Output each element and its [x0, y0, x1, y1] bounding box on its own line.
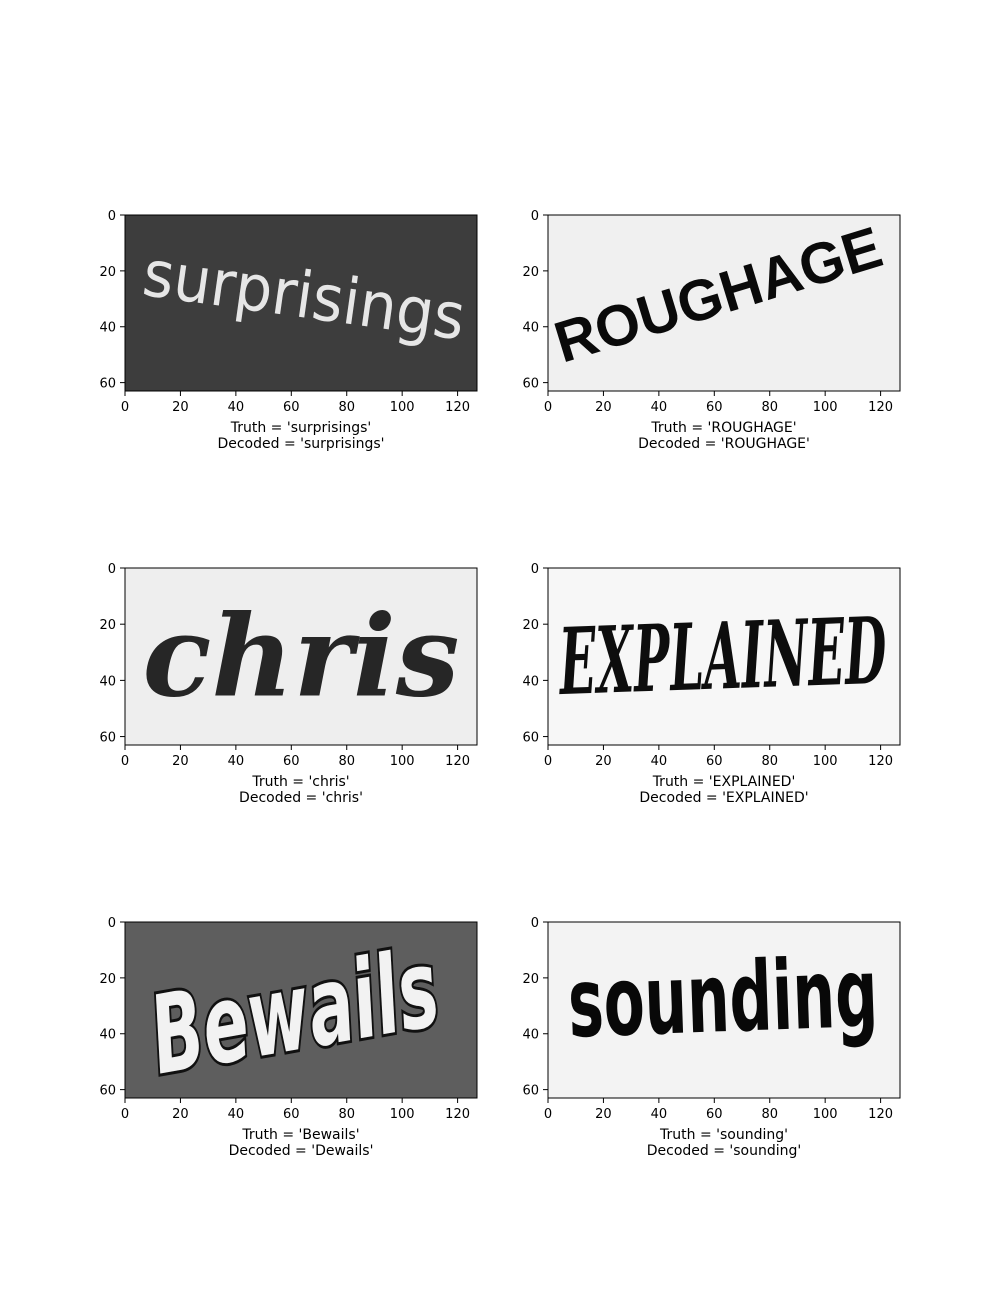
x-tick-label: 80: [338, 1107, 355, 1122]
x-tick-label: 0: [121, 400, 129, 415]
y-tick-label: 20: [522, 265, 539, 280]
x-tick-label: 120: [445, 754, 470, 769]
y-tick-label: 40: [99, 674, 116, 689]
y-tick-label: 40: [522, 674, 539, 689]
y-tick-label: 60: [99, 377, 116, 392]
image-word: sounding: [566, 937, 879, 1060]
y-tick-label: 60: [522, 731, 539, 746]
y-tick-label: 40: [522, 1028, 539, 1043]
decoded-caption: Decoded = 'Dewails': [229, 1143, 374, 1159]
x-tick-label: 80: [761, 754, 778, 769]
y-tick-label: 0: [531, 916, 539, 931]
x-tick-label: 0: [121, 754, 129, 769]
panel-1: surprisings0 20 40 60 80 100 1200204060Truth =…: [99, 209, 478, 452]
x-tick-label: 40: [651, 1107, 668, 1122]
y-tick-label: 20: [99, 265, 116, 280]
decoded-caption: Decoded = 'surprisings': [217, 436, 384, 452]
x-tick-label: 100: [813, 400, 838, 415]
x-tick-label: 0: [544, 1107, 552, 1122]
truth-caption: Truth = 'ROUGHAGE': [650, 420, 796, 436]
y-tick-label: 20: [522, 972, 539, 987]
y-tick-label: 60: [522, 1084, 539, 1099]
panel-2: ROUGHAGE0 20 40 60 80 100 1200204060Truth = 'R…: [522, 209, 901, 452]
x-tick-label: 20: [595, 754, 612, 769]
x-tick-label: 40: [228, 1107, 245, 1122]
x-tick-label: 120: [868, 754, 893, 769]
image-word: chris: [143, 591, 460, 722]
y-tick-label: 20: [99, 972, 116, 987]
x-tick-label: 20: [172, 754, 189, 769]
x-tick-label: 120: [868, 400, 893, 415]
x-tick-label: 0: [121, 1107, 129, 1122]
panel-5: Bewails0 20 40 60 80 100 1200204060Truth = 'Be…: [99, 916, 478, 1159]
y-tick-label: 20: [99, 618, 116, 633]
panel-3: chris 0 20 40 60 80 100 120 0 20 40 60 Truth = 'chri…: [99, 562, 478, 806]
y-tick-label: 60: [522, 377, 539, 392]
y-tick-label: 0: [531, 209, 539, 224]
x-tick-label: 80: [761, 1107, 778, 1122]
x-tick-label: 60: [283, 1107, 300, 1122]
x-tick-label: 80: [338, 754, 355, 769]
x-tick-label: 80: [761, 400, 778, 415]
y-tick-label: 60: [99, 731, 116, 746]
x-tick-label: 20: [172, 400, 189, 415]
x-tick-label: 0: [544, 400, 552, 415]
decoded-caption: Decoded = 'chris': [239, 790, 363, 806]
y-tick-label: 40: [522, 321, 539, 336]
y-tick-label: 0: [108, 916, 116, 931]
decoded-caption: Decoded = 'EXPLAINED': [639, 790, 808, 806]
x-tick-label: 80: [338, 400, 355, 415]
truth-caption: Truth = 'chris': [251, 774, 349, 790]
truth-caption: Truth = 'Bewails': [241, 1127, 359, 1143]
truth-caption: Truth = 'surprisings': [230, 420, 372, 436]
x-tick-label: 100: [390, 754, 415, 769]
x-tick-label: 100: [813, 1107, 838, 1122]
y-tick-label: 60: [99, 1084, 116, 1099]
y-tick-label: 0: [108, 562, 116, 577]
x-tick-label: 20: [595, 1107, 612, 1122]
decoded-caption: Decoded = 'ROUGHAGE': [638, 436, 810, 452]
x-tick-label: 120: [868, 1107, 893, 1122]
x-tick-label: 40: [651, 400, 668, 415]
x-tick-label: 40: [228, 400, 245, 415]
x-tick-label: 60: [283, 754, 300, 769]
truth-caption: Truth = 'sounding': [659, 1127, 788, 1143]
x-tick-label: 60: [283, 400, 300, 415]
panel-6: sounding 0 20 40 60 80 100 120 0 20 40 60 Truth = 's…: [522, 916, 901, 1159]
x-tick-label: 40: [228, 754, 245, 769]
x-tick-label: 20: [595, 400, 612, 415]
panel-4: EXPLAINED 0 20 40 60 80 100 120 0 20 40 60 Truth = '…: [522, 562, 901, 806]
y-tick-label: 20: [522, 618, 539, 633]
x-tick-label: 60: [706, 400, 723, 415]
y-tick-label: 40: [99, 321, 116, 336]
figure: surprisings0 20 40 60 80 100 1200204060Truth =…: [99, 209, 901, 1159]
x-tick-label: 100: [390, 1107, 415, 1122]
x-tick-label: 120: [445, 1107, 470, 1122]
x-tick-label: 0: [544, 754, 552, 769]
y-tick-label: 0: [108, 209, 116, 224]
image-word: EXPLAINED: [556, 597, 889, 716]
x-tick-label: 20: [172, 1107, 189, 1122]
y-tick-label: 40: [99, 1028, 116, 1043]
x-tick-label: 100: [813, 754, 838, 769]
y-tick-label: 0: [531, 562, 539, 577]
x-tick-label: 120: [445, 400, 470, 415]
x-tick-label: 100: [390, 400, 415, 415]
x-tick-label: 60: [706, 754, 723, 769]
x-tick-label: 40: [651, 754, 668, 769]
truth-caption: Truth = 'EXPLAINED': [652, 774, 796, 790]
x-tick-label: 60: [706, 1107, 723, 1122]
decoded-caption: Decoded = 'sounding': [647, 1143, 802, 1159]
